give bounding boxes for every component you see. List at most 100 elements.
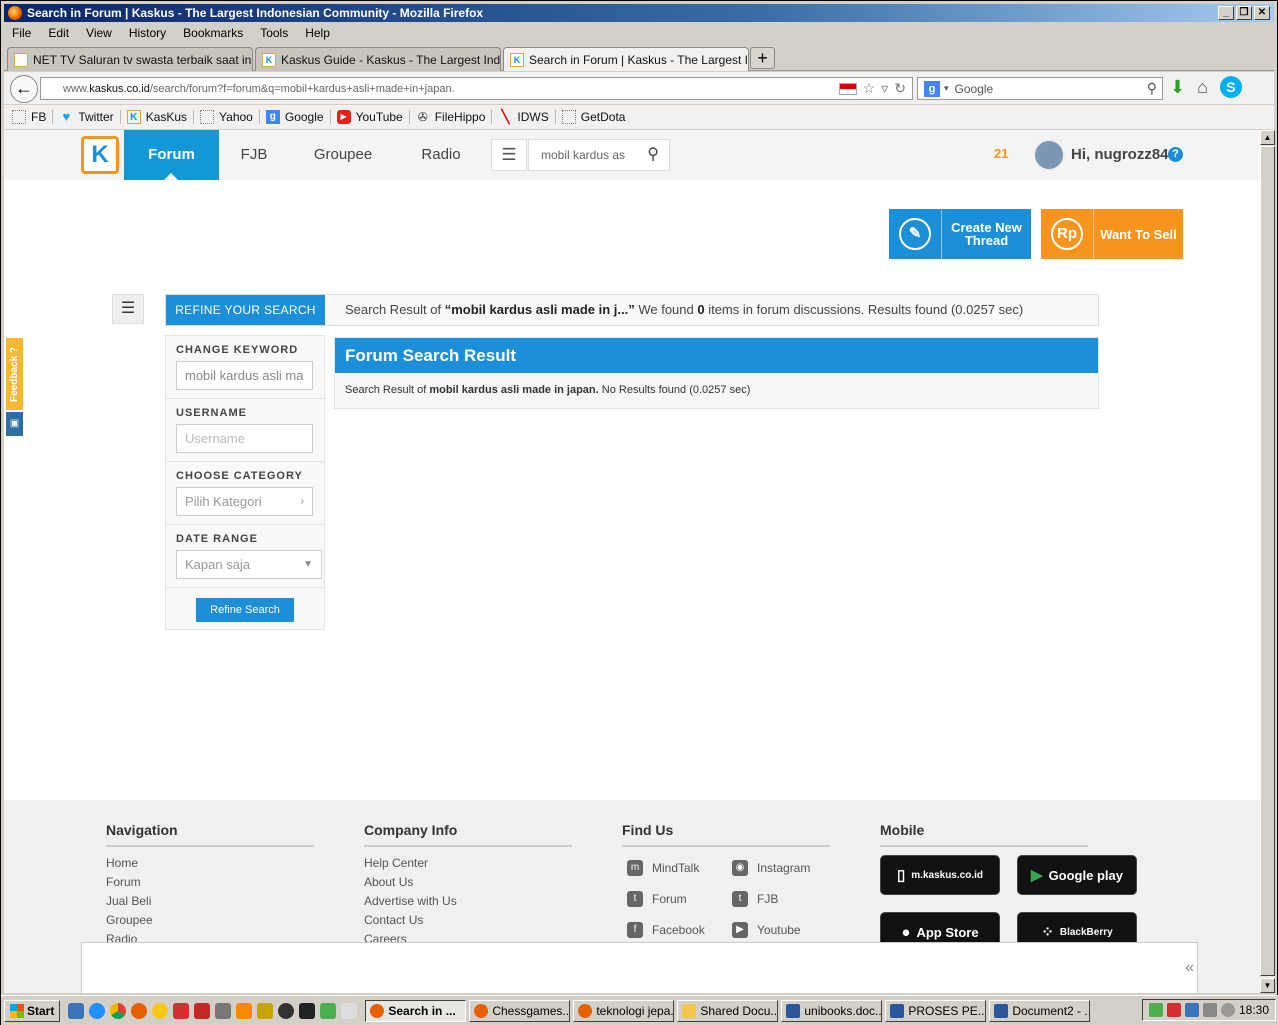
clock[interactable]: 18:30 [1239,1003,1269,1017]
bookmark-item[interactable]: FB [10,110,54,124]
scroll-thumb[interactable] [1260,146,1275,976]
sidebar-toggle-icon[interactable]: ☰ [112,294,144,324]
feedback-gift-icon[interactable]: ▣ [6,412,23,436]
keyword-input[interactable]: mobil kardus asli ma [176,361,313,390]
search-engine-bar[interactable]: g ▾ Google ⚲ [917,77,1163,100]
menu-tools[interactable]: Tools [252,24,297,43]
kaskus-search-input[interactable]: mobil kardus as ⚲ [528,139,670,171]
restore-button[interactable]: ❐ [1236,6,1252,20]
taskbar-item[interactable]: Search in ... [365,999,467,1022]
tray-network-icon[interactable] [1184,1003,1199,1017]
scroll-up-icon[interactable]: ▲ [1260,130,1275,145]
refine-search-tab[interactable]: REFINE YOUR SEARCH [166,295,325,325]
steam-icon[interactable] [299,1002,316,1019]
pdf-icon[interactable] [194,1002,211,1019]
back-button[interactable]: ← [10,75,38,103]
tool-icon[interactable] [215,1002,232,1019]
want-to-sell-button[interactable]: Rp Want To Sell [1041,209,1183,259]
menu-file[interactable]: File [4,24,40,43]
facebook-link[interactable]: f Facebook [627,922,705,938]
media-icon[interactable] [278,1002,295,1019]
taskbar-item[interactable]: Chessgames.... [469,999,571,1022]
nav-forum[interactable]: Forum [124,130,219,180]
tray-app-icon[interactable] [1148,1003,1163,1017]
taskbar-item[interactable]: PROSES PE... [885,999,987,1022]
tray-antivirus-icon[interactable] [1166,1003,1181,1017]
footer-link[interactable]: Jual Beli [106,892,314,911]
vlc-icon[interactable] [236,1002,253,1019]
double-chevron-left-icon[interactable]: « [1185,959,1194,977]
browser-tab-active[interactable]: K Search in Forum | Kaskus - The Largest… [503,47,749,71]
bookmark-item[interactable]: ▶ YouTube [335,110,410,124]
browser-tab[interactable]: NET TV Saluran tv swasta terbaik saat in… [7,47,253,71]
ie-icon[interactable] [89,1002,106,1019]
mobile-site-badge[interactable]: ▯ m.kaskus.co.id [880,855,1000,895]
footer-link[interactable]: Contact Us [364,911,572,930]
bookmark-item[interactable]: K KasKus [125,110,195,124]
nav-groupee[interactable]: Groupee [302,130,384,180]
chevron-down-icon[interactable]: ▾ [944,83,949,94]
chrome-icon[interactable] [110,1002,127,1019]
skype-icon[interactable]: S [1219,76,1242,98]
bookmark-item[interactable]: ╲ IDWS [496,110,556,124]
start-button[interactable]: Start [4,999,61,1022]
close-button[interactable]: ✕ [1254,6,1270,20]
dropdown-icon[interactable]: ▿ [881,80,888,97]
forum-twitter-link[interactable]: t Forum [627,891,687,907]
search-icon[interactable]: ⚲ [1147,80,1157,97]
new-tab-button[interactable]: + [750,47,775,69]
menu-icon[interactable]: ☰ [491,139,527,171]
notification-count[interactable]: 21 [994,146,1008,161]
firefox-icon[interactable] [131,1002,148,1019]
taskbar-item[interactable]: Shared Docu... [677,999,779,1022]
taskbar-item[interactable]: Document2 - ... [989,999,1091,1022]
instagram-link[interactable]: ◉ Instagram [732,860,810,876]
refine-search-button[interactable]: Refine Search [196,598,294,622]
taskbar-item[interactable]: teknologi jepa... [573,999,675,1022]
menu-edit[interactable]: Edit [40,24,78,43]
youtube-link[interactable]: ▶ Youtube [732,922,801,938]
avatar[interactable] [1033,139,1065,171]
bookmark-item[interactable]: g Google [264,110,331,124]
footer-link[interactable]: Home [106,854,314,873]
app-icon[interactable] [257,1002,274,1019]
minimize-button[interactable]: _ [1218,6,1234,20]
google-icon[interactable]: g [924,80,940,97]
menu-view[interactable]: View [78,24,121,43]
menu-help[interactable]: Help [297,24,339,43]
menu-history[interactable]: History [121,24,175,43]
home-icon[interactable]: ⌂ [1197,77,1208,98]
bookmark-item[interactable]: Yahoo [198,110,260,124]
network-icon[interactable] [320,1002,337,1019]
footer-link[interactable]: Groupee [106,911,314,930]
user-greeting[interactable]: Hi, nugrozz84 [1071,146,1169,163]
nav-radio[interactable]: Radio [409,130,473,180]
url-bar[interactable]: www. kaskus.co.id/search/forum?f=forum&q=… [40,77,913,100]
bookmark-item[interactable]: ✇ FileHippo [414,110,493,124]
footer-link[interactable]: Forum [106,873,314,892]
fjb-twitter-link[interactable]: t FJB [732,891,778,907]
bookmark-item[interactable]: ♥ Twitter [57,110,121,124]
feedback-tab[interactable]: Feedback ? [6,338,23,410]
create-thread-button[interactable]: ✎ Create New Thread [889,209,1031,259]
mouse-icon[interactable] [341,1002,358,1019]
download-icon[interactable]: ⬇ [1170,77,1185,98]
mindtalk-link[interactable]: m MindTalk [627,860,699,876]
scroll-down-icon[interactable]: ▼ [1260,978,1275,993]
tray-volume-icon[interactable] [1202,1003,1217,1017]
taskbar-item[interactable]: unibooks.doc... [781,999,883,1022]
username-input[interactable]: Username [176,424,313,453]
menu-bookmarks[interactable]: Bookmarks [175,24,252,43]
category-select[interactable]: Pilih Kategori › [176,487,313,516]
search-icon[interactable]: ⚲ [647,140,659,170]
footer-link[interactable]: Advertise with Us [364,892,572,911]
tray-clock-icon[interactable] [1220,1003,1235,1017]
nav-fjb[interactable]: FJB [226,130,282,180]
star-icon[interactable]: ☆ [863,80,876,97]
footer-link[interactable]: About Us [364,873,572,892]
footer-link[interactable]: Help Center [364,854,572,873]
bookmark-item[interactable]: GetDota [560,110,632,124]
kaskus-logo[interactable]: K [81,136,119,174]
acrobat-icon[interactable] [173,1002,190,1019]
help-icon[interactable]: ? [1168,147,1183,162]
